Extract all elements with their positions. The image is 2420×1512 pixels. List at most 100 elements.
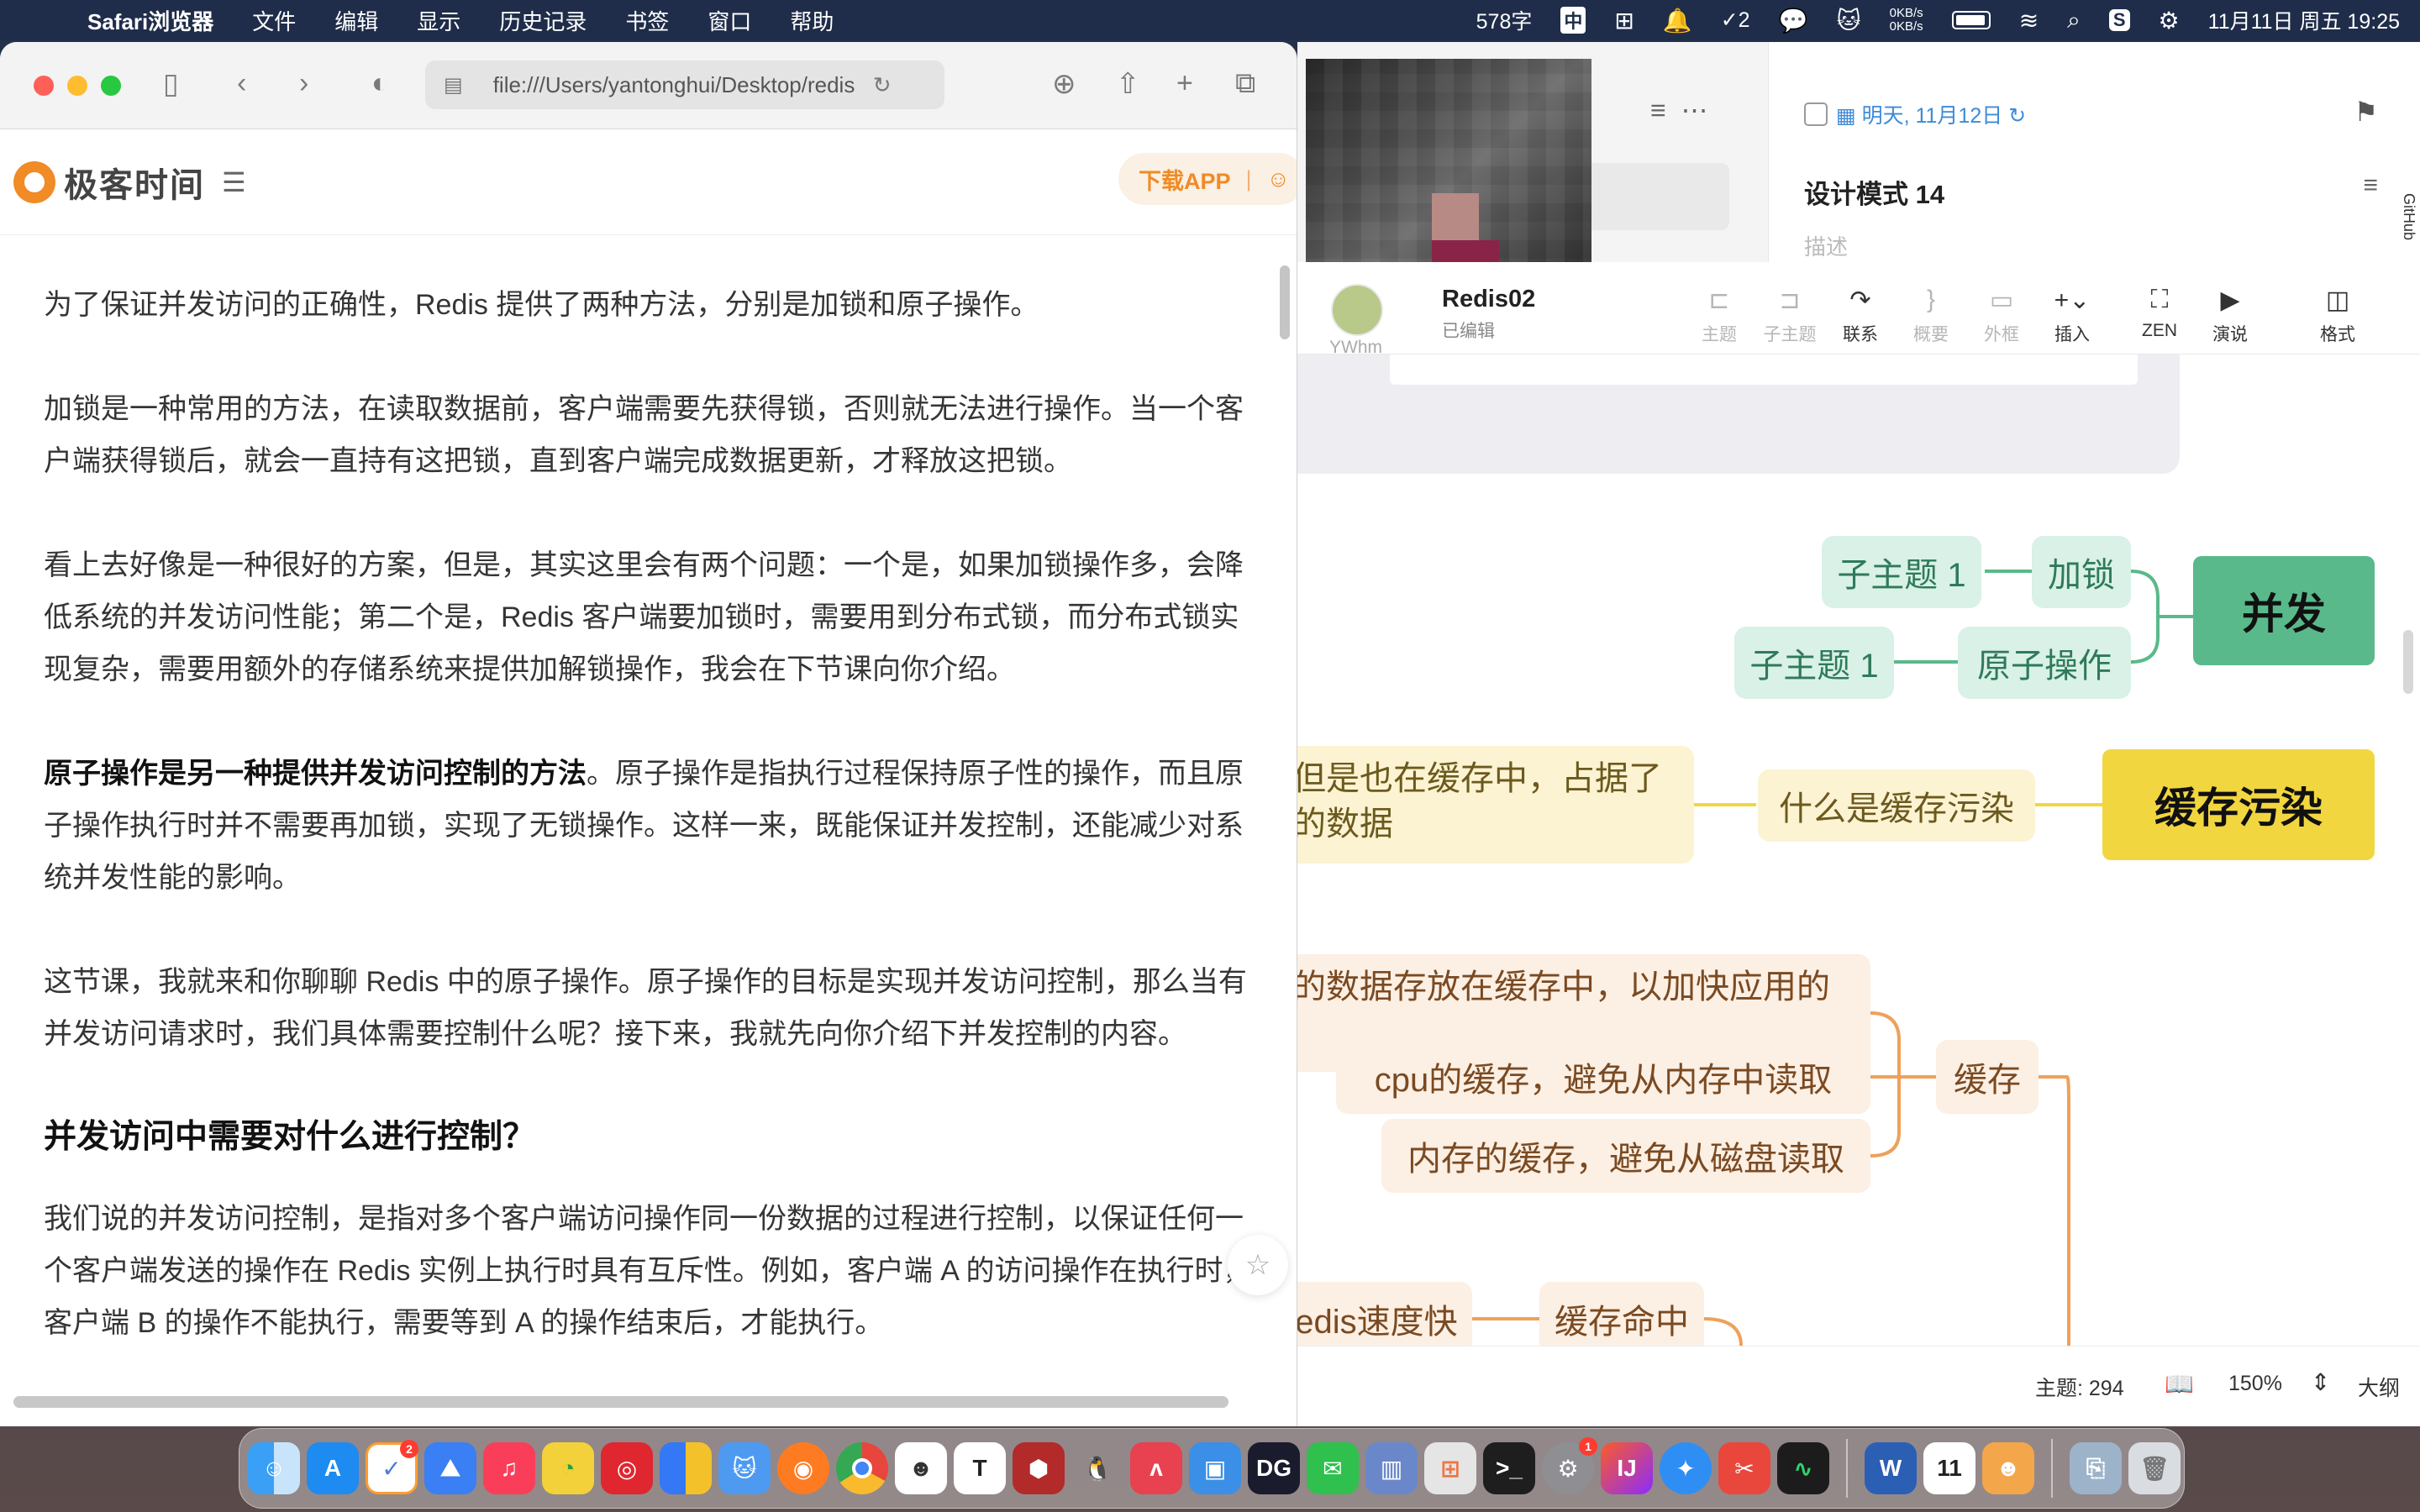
task-description-placeholder[interactable]: 描述 — [1804, 230, 1848, 261]
spotlight-search-icon[interactable]: ⌕ — [2067, 7, 2081, 34]
menu-window[interactable]: 窗口 — [708, 5, 751, 36]
preview-icon[interactable]: ▣ — [1189, 1442, 1241, 1494]
omnifocus-icon[interactable]: ✓ 2 — [366, 1440, 418, 1494]
feishu-icon[interactable]: ⛰ — [424, 1442, 476, 1494]
mascot-app-icon[interactable]: ☻ — [1982, 1442, 2034, 1494]
wechat-dock-icon[interactable]: ✉ — [1307, 1442, 1359, 1494]
reload-icon[interactable]: ↻ — [873, 72, 892, 98]
mindmap-node[interactable]: 原子操作 — [1958, 627, 2131, 699]
wifi-icon[interactable]: ≋ — [2019, 7, 2039, 34]
share-icon[interactable]: ⇧ — [1116, 67, 1140, 101]
site-logo-text[interactable]: 极客时间 — [64, 158, 205, 207]
mindmap-node[interactable]: 缓存污染 — [2102, 749, 2375, 860]
menu-app-name[interactable]: Safari浏览器 — [87, 5, 213, 36]
canvas-vertical-scrollbar[interactable] — [2403, 630, 2413, 694]
pitch-mode-button[interactable]: ▶ 演说 — [2195, 262, 2265, 354]
zoom-window-button[interactable] — [101, 75, 121, 96]
mindmap-node[interactable]: 内存的缓存，避免从磁盘读取 — [1381, 1119, 1870, 1193]
mindmap-node[interactable]: 子主题 1 — [1734, 627, 1894, 699]
qq-icon[interactable]: 🐧 — [1071, 1442, 1123, 1494]
wechat-icon[interactable]: 💬 — [1779, 7, 1808, 34]
user-icon[interactable]: ☺ — [1267, 166, 1291, 192]
activity-monitor-icon[interactable]: ∿ — [1777, 1442, 1829, 1494]
boundary-tool-button[interactable]: ▭ 外框 — [1966, 262, 2037, 354]
s-app-icon[interactable]: S — [2108, 9, 2130, 31]
mindmap-node[interactable]: 并发 — [2193, 556, 2375, 665]
word-icon[interactable]: W — [1865, 1442, 1917, 1494]
xmind-icon[interactable]: ✂ — [1718, 1442, 1770, 1494]
typora-icon[interactable]: T — [954, 1442, 1006, 1494]
todo-status[interactable]: ✓2 — [1721, 8, 1750, 33]
input-method-count[interactable]: 578字 — [1476, 5, 1533, 35]
input-method-indicator[interactable]: 中 — [1560, 7, 1586, 34]
mindmap-node[interactable]: 但是也在缓存中，占据了 的数据 — [1297, 746, 1694, 864]
task-due-date[interactable]: ▦ 明天, 11月12日 ↻ — [1836, 99, 2026, 129]
avatar[interactable] — [1331, 284, 1383, 336]
mindmap-node[interactable]: 缓存命中 — [1539, 1282, 1704, 1346]
terminal-icon[interactable]: >_ — [1483, 1442, 1535, 1494]
document-title[interactable]: Redis02 — [1442, 286, 1535, 313]
mindmap-node[interactable]: edis速度快 — [1297, 1282, 1472, 1346]
game-icon[interactable]: ☻ — [895, 1442, 947, 1494]
cat-app-icon[interactable]: 🐱 — [718, 1442, 771, 1494]
subtopic-tool-button[interactable]: ⊐ 子主题 — [1754, 262, 1825, 354]
netease-music-icon[interactable]: ◎ — [601, 1442, 653, 1494]
back-icon[interactable]: ‹ — [237, 67, 246, 100]
menubar-clock[interactable]: 11月11日 周五 19:25 — [2208, 5, 2400, 35]
task-title[interactable]: 设计模式 14 — [1804, 173, 1944, 211]
firefox-icon[interactable]: ◉ — [777, 1442, 829, 1494]
minimize-window-button[interactable] — [67, 75, 87, 96]
forward-icon[interactable]: › — [299, 67, 308, 100]
app-store-icon[interactable]: A — [307, 1442, 359, 1494]
cat-icon[interactable]: 🐱 — [1836, 7, 1860, 34]
mindmap-node[interactable]: 加锁 — [2032, 536, 2131, 608]
address-bar[interactable]: ▤ file:///Users/yantonghui/Desktop/redis… — [425, 60, 944, 109]
close-window-button[interactable] — [34, 75, 54, 96]
bell-icon[interactable]: 🔔 — [1663, 7, 1692, 34]
mindmap-node[interactable]: 缓存 — [1936, 1040, 2039, 1114]
system-settings-icon[interactable]: ⚙ 1 — [1542, 1437, 1597, 1494]
format-panel-button[interactable]: ◫ 格式 — [2302, 262, 2373, 354]
hexagon-app-icon[interactable]: ⬢ — [1013, 1442, 1065, 1494]
url-text[interactable]: file:///Users/yantonghui/Desktop/redis — [493, 72, 863, 98]
download-app-button[interactable]: 下载APP | ☺ — [1118, 153, 1297, 205]
battery-icon[interactable] — [1951, 11, 1991, 29]
menu-view[interactable]: 显示 — [417, 5, 460, 36]
outline-button[interactable]: 大纲 — [2358, 1372, 2400, 1402]
downloads-icon[interactable]: ⊕ — [1052, 67, 1076, 101]
app-grid-icon[interactable]: ⊞ — [1614, 7, 1634, 34]
datagrip-icon[interactable]: DG — [1248, 1442, 1300, 1494]
mindmap-node[interactable]: cpu的缓存，避免从内存中读取 — [1336, 1040, 1870, 1114]
video-call-thumbnail[interactable] — [1306, 59, 1591, 277]
list-icon[interactable]: ≡ — [2363, 171, 2378, 200]
github-label[interactable]: GitHub — [2400, 193, 2417, 240]
sidebar-toggle-icon[interactable]: ▯ — [163, 67, 179, 101]
summary-tool-button[interactable]: } 概要 — [1896, 262, 1966, 354]
zoom-level[interactable]: 150% — [2228, 1372, 2282, 1396]
trash-icon[interactable]: 🗑 — [2128, 1442, 2181, 1494]
menu-file[interactable]: 文件 — [252, 5, 296, 36]
topic-tool-button[interactable]: ⊏ 主题 — [1684, 262, 1754, 354]
flag-icon[interactable]: ⚑ — [2354, 96, 2378, 128]
intellij-icon[interactable]: IJ — [1601, 1442, 1653, 1494]
fox-app-icon[interactable]: ʌ — [1130, 1442, 1182, 1494]
chrome-icon[interactable] — [836, 1442, 888, 1494]
menu-help[interactable]: 帮助 — [790, 5, 834, 36]
zoom-stepper-icon[interactable]: ⇕ — [2311, 1368, 2330, 1396]
favorite-star-button[interactable]: ☆ — [1228, 1235, 1288, 1295]
task-checkbox[interactable] — [1804, 102, 1828, 126]
control-center-icon[interactable]: ⚙ — [2159, 7, 2180, 34]
relationship-tool-button[interactable]: ↷ 联系 — [1825, 262, 1896, 354]
insert-tool-button[interactable]: +⌄ 插入 — [2037, 262, 2107, 354]
finder-icon[interactable]: ☺ — [248, 1442, 300, 1494]
menu-bookmarks[interactable]: 书签 — [625, 5, 669, 36]
new-tab-icon[interactable]: + — [1176, 67, 1193, 100]
mindmap-canvas[interactable]: 子主题 1 加锁 子主题 1 原子操作 并发 但是也在缓存中，占据了 的数据 什… — [1297, 354, 2420, 1346]
zen-mode-button[interactable]: ⛶ ZEN — [2124, 262, 2195, 354]
mosaic-icon[interactable] — [660, 1442, 712, 1494]
sort-more-icons[interactable]: ≡⋯ — [1650, 94, 1723, 126]
launchpad-icon[interactable]: ⊞ — [1424, 1442, 1476, 1494]
downloads-stack-icon[interactable]: ⎘ — [2070, 1442, 2122, 1494]
book-icon[interactable]: 📖 — [2165, 1370, 2194, 1398]
geektime-logo-icon[interactable] — [13, 160, 55, 203]
